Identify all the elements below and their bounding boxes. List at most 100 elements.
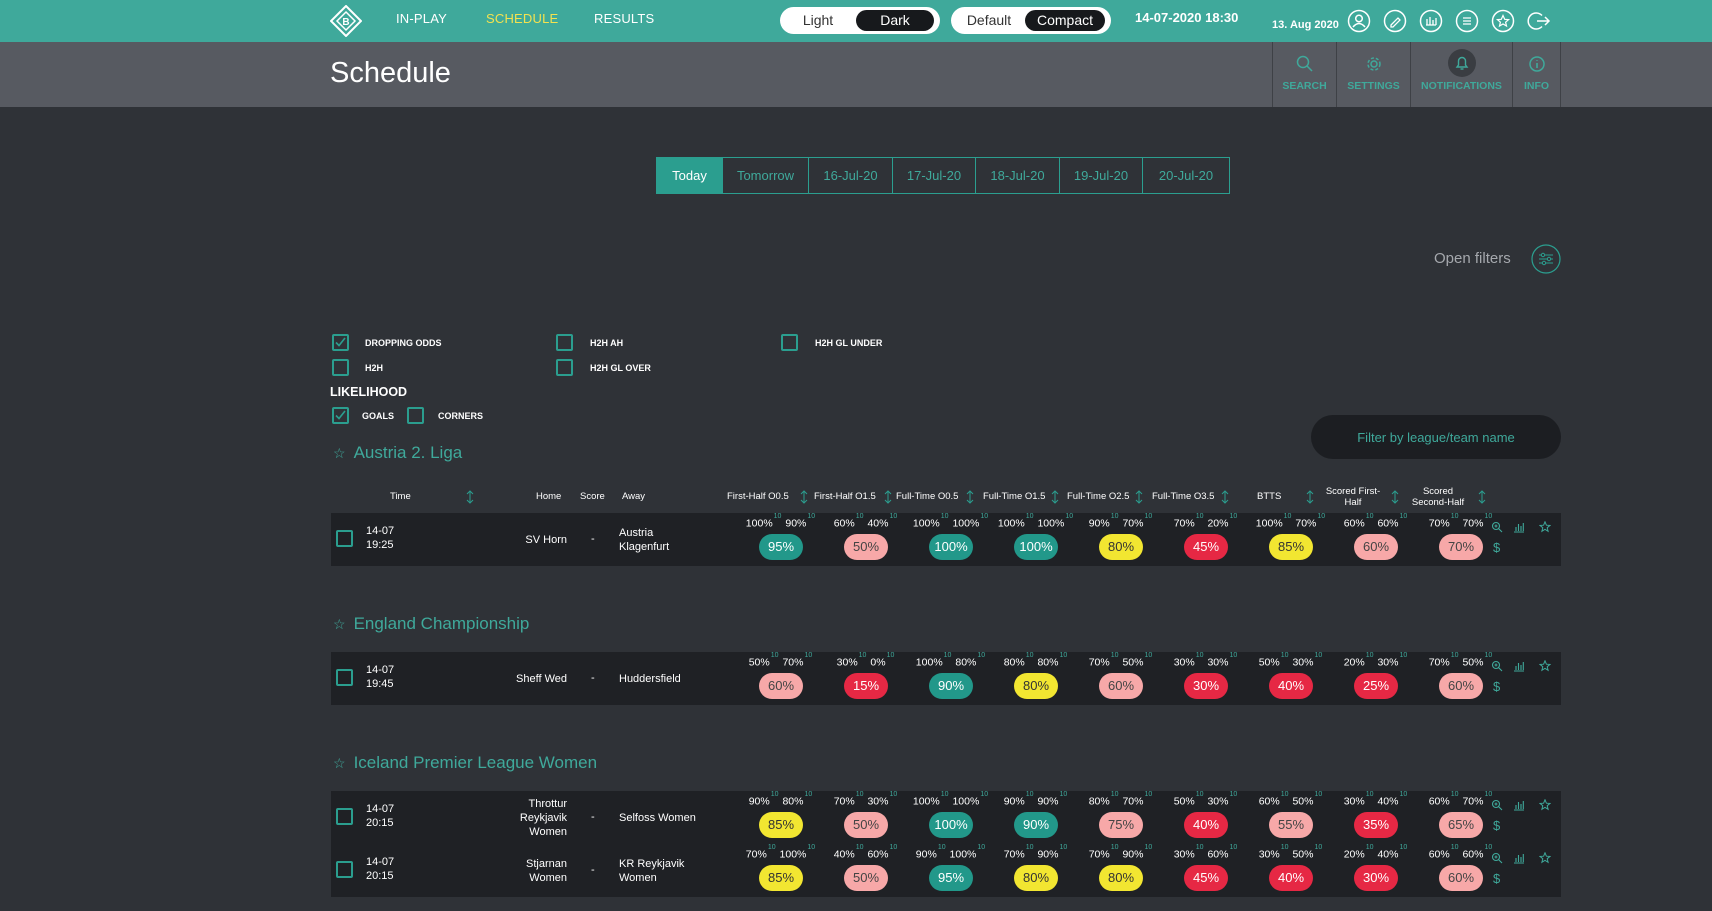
density-default-option[interactable]: Default <box>959 10 1019 31</box>
star-icon[interactable] <box>1539 521 1551 533</box>
bar-chart-icon[interactable] <box>1513 799 1525 811</box>
zoom-in-icon[interactable] <box>1491 660 1503 672</box>
bar-chart-icon[interactable] <box>1513 521 1525 533</box>
odds-dollar-icon[interactable]: $ <box>1493 871 1500 886</box>
logo-icon[interactable]: B <box>330 5 362 37</box>
bar-chart-icon[interactable] <box>1513 852 1525 864</box>
density-compact-option[interactable]: Compact <box>1025 10 1105 31</box>
col-time[interactable]: Time <box>390 491 411 502</box>
away-team[interactable]: Huddersfield <box>619 672 681 686</box>
sort-arrows-icon[interactable] <box>966 490 974 504</box>
col-scored-first-half[interactable]: Scored First- Half <box>1322 486 1384 508</box>
h2h-gl-under-checkbox[interactable] <box>781 334 798 351</box>
sort-arrows-icon[interactable] <box>1478 490 1486 504</box>
density-toggle[interactable]: Default Compact <box>951 7 1111 34</box>
sort-arrows-icon[interactable] <box>1135 490 1143 504</box>
star-icon[interactable] <box>1539 799 1551 811</box>
col-full-time-o15[interactable]: Full-Time O1.5 <box>983 491 1045 502</box>
bar-chart-icon[interactable] <box>1513 660 1525 672</box>
odds-dollar-icon[interactable]: $ <box>1493 540 1500 555</box>
col-first-half-o15[interactable]: First-Half O1.5 <box>814 491 876 502</box>
logout-icon[interactable] <box>1527 9 1551 33</box>
sort-arrows-icon[interactable] <box>1051 490 1059 504</box>
star-icon[interactable] <box>1539 660 1551 672</box>
sort-arrows-icon[interactable] <box>800 490 808 504</box>
odds-dollar-icon[interactable]: $ <box>1493 818 1500 833</box>
stats-icon[interactable] <box>1419 9 1443 33</box>
col-first-half-o05[interactable]: First-Half O0.5 <box>727 491 789 502</box>
col-full-time-o05[interactable]: Full-Time O0.5 <box>896 491 958 502</box>
zoom-in-icon[interactable] <box>1491 521 1503 533</box>
home-team[interactable]: SV Horn <box>525 533 567 547</box>
date-tab-19-jul[interactable]: 19-Jul-20 <box>1060 158 1143 193</box>
nav-results[interactable]: RESULTS <box>594 11 654 26</box>
h2h-percentages: 60%10 60%10 <box>1421 844 1501 862</box>
sort-arrows-icon[interactable] <box>1221 490 1229 504</box>
favorites-star-icon[interactable] <box>1491 9 1515 33</box>
search-tool[interactable]: SEARCH <box>1272 42 1336 107</box>
sample-size: 10 <box>1229 513 1238 520</box>
home-team[interactable]: Throttur Reykjavik Women <box>520 797 567 839</box>
col-scored-second-half[interactable]: Scored Second-Half <box>1407 486 1469 508</box>
star-icon[interactable] <box>1539 852 1551 864</box>
zoom-in-icon[interactable] <box>1491 852 1503 864</box>
col-full-time-o25[interactable]: Full-Time O2.5 <box>1067 491 1129 502</box>
away-team[interactable]: KR Reykjavik Women <box>619 857 684 885</box>
away-team[interactable]: Austria Klagenfurt <box>619 526 669 554</box>
col-home[interactable]: Home <box>536 491 561 502</box>
match-select-checkbox[interactable] <box>336 808 353 825</box>
star-icon[interactable]: ☆ <box>333 755 346 771</box>
home-team[interactable]: Stjarnan Women <box>526 857 567 885</box>
league-heading[interactable]: ☆ Austria 2. Liga <box>333 443 462 463</box>
star-icon[interactable]: ☆ <box>333 445 346 461</box>
date-tab-today[interactable]: Today <box>657 158 723 193</box>
sort-arrows-icon[interactable] <box>884 490 892 504</box>
user-icon[interactable] <box>1347 9 1371 33</box>
match-select-checkbox[interactable] <box>336 530 353 547</box>
stat-cell: 30%10 50%10 40% <box>1251 844 1331 891</box>
match-select-checkbox[interactable] <box>336 861 353 878</box>
away-team[interactable]: Selfoss Women <box>619 811 696 825</box>
sample-size: 10 <box>943 652 952 659</box>
dropping-odds-checkbox[interactable] <box>332 334 349 351</box>
match-select-checkbox[interactable] <box>336 669 353 686</box>
zoom-in-icon[interactable] <box>1491 799 1503 811</box>
col-away[interactable]: Away <box>622 491 645 502</box>
match-date: 14-07 <box>366 856 395 868</box>
star-icon[interactable]: ☆ <box>333 616 346 632</box>
date-tab-tomorrow[interactable]: Tomorrow <box>723 158 809 193</box>
h2h-gl-over-checkbox[interactable] <box>556 359 573 376</box>
goals-checkbox[interactable] <box>332 407 349 424</box>
col-score[interactable]: Score <box>580 491 605 502</box>
league-team-filter-input[interactable] <box>1311 415 1561 459</box>
list-icon[interactable] <box>1455 9 1479 33</box>
pen-icon[interactable] <box>1383 9 1407 33</box>
date-tab-20-jul[interactable]: 20-Jul-20 <box>1143 158 1229 193</box>
sort-arrows-icon[interactable] <box>1391 490 1399 504</box>
notifications-tool[interactable]: NOTIFICATIONS <box>1410 42 1512 107</box>
date-tab-18-jul[interactable]: 18-Jul-20 <box>976 158 1060 193</box>
theme-toggle[interactable]: Light Dark <box>780 7 940 34</box>
away-percentage: 30% <box>1377 656 1399 669</box>
h2h-ah-checkbox[interactable] <box>556 334 573 351</box>
sort-arrows-icon[interactable] <box>1306 490 1314 504</box>
home-team[interactable]: Sheff Wed <box>516 672 567 686</box>
league-heading[interactable]: ☆ Iceland Premier League Women <box>333 753 597 773</box>
theme-dark-option[interactable]: Dark <box>856 10 934 31</box>
h2h-checkbox[interactable] <box>332 359 349 376</box>
nav-schedule[interactable]: SCHEDULE <box>486 11 558 26</box>
filter-sliders-icon[interactable] <box>1531 244 1561 274</box>
open-filters-label[interactable]: Open filters <box>1434 250 1511 267</box>
corners-checkbox[interactable] <box>407 407 424 424</box>
nav-in-play[interactable]: IN-PLAY <box>396 11 447 26</box>
odds-dollar-icon[interactable]: $ <box>1493 679 1500 694</box>
settings-tool[interactable]: SETTINGS <box>1336 42 1410 107</box>
sort-arrows-icon[interactable] <box>466 490 474 504</box>
league-heading[interactable]: ☆ England Championship <box>333 614 529 634</box>
theme-light-option[interactable]: Light <box>788 10 848 31</box>
col-btts[interactable]: BTTS <box>1257 491 1281 502</box>
date-tab-17-jul[interactable]: 17-Jul-20 <box>893 158 976 193</box>
col-full-time-o35[interactable]: Full-Time O3.5 <box>1152 491 1214 502</box>
date-tab-16-jul[interactable]: 16-Jul-20 <box>809 158 893 193</box>
info-tool[interactable]: INFO <box>1512 42 1561 107</box>
